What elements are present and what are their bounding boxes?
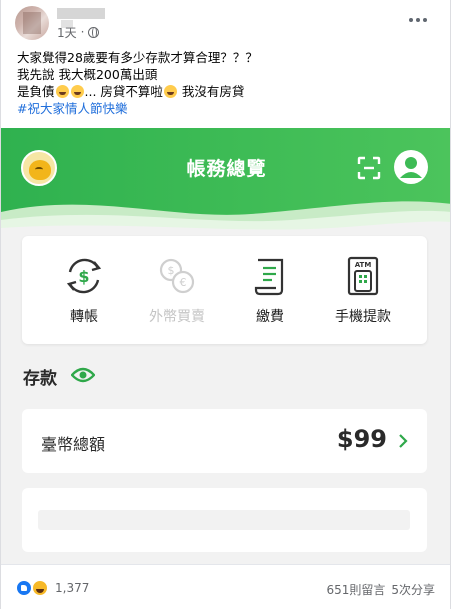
quick-actions-card: $ 轉帳 $ € 外幣買賣 繳費 ATM 手機提款: [22, 236, 427, 344]
deposit-section-title: 存款: [23, 369, 57, 389]
laughing-emoji-icon: [55, 85, 69, 98]
share-count[interactable]: 5次分享: [391, 581, 435, 598]
transfer-dollar-icon: $: [66, 258, 102, 294]
post-line-3: 是負債 ... 房貸不算啦 我沒有房貸: [17, 83, 437, 100]
currency-exchange-action[interactable]: $ € 外幣買賣: [132, 254, 222, 326]
post-line-1: 大家覺得28歲要有多少存款才算合理？？？: [17, 50, 258, 65]
more-dot-icon: [416, 18, 420, 22]
more-options-button[interactable]: [405, 10, 431, 30]
comment-count[interactable]: 651則留言: [326, 581, 385, 598]
mobile-withdrawal-label: 手機提款: [335, 309, 391, 325]
post-footer: 1,377 651則留言 5次分享: [1, 564, 450, 609]
user-profile-icon[interactable]: [394, 150, 428, 184]
eye-icon[interactable]: [71, 366, 95, 384]
header-wave-decoration: [1, 201, 450, 236]
transfer-label: 轉帳: [70, 309, 98, 325]
facebook-post: 1天 · 大家覺得28歲要有多少存款才算合理？？？ 我先說 我大概200萬出頭 …: [0, 0, 451, 609]
laughing-emoji-icon: [70, 85, 84, 98]
currency-exchange-label: 外幣買賣: [149, 309, 205, 325]
app-title: 帳務總覽: [186, 158, 267, 180]
more-dot-icon: [409, 18, 413, 22]
post-line-3-part-3: 我沒有房貸: [177, 84, 245, 99]
qr-scan-icon[interactable]: [357, 156, 381, 180]
more-dot-icon: [423, 18, 427, 22]
svg-text:€: €: [180, 276, 187, 289]
post-line-3-part-2: ... 房貸不算啦: [84, 84, 163, 99]
globe-icon: [88, 26, 100, 38]
post-stats: 651則留言 5次分享: [326, 581, 435, 598]
post-time-label[interactable]: 1天: [57, 24, 77, 41]
post-header: 1天 ·: [1, 0, 450, 44]
reaction-count[interactable]: 1,377: [55, 581, 89, 595]
svg-text:$: $: [78, 267, 89, 286]
account-card-loading: [22, 488, 427, 552]
currency-exchange-icon: $ €: [159, 258, 195, 294]
atm-phone-icon: ATM: [347, 256, 379, 296]
placeholder-bar: [38, 510, 410, 530]
bill-icon: [254, 258, 284, 296]
hashtag-link[interactable]: #祝大家情人節快樂: [17, 100, 437, 117]
chevron-right-icon: [399, 434, 408, 448]
laughing-emoji-icon: [163, 85, 177, 98]
balance-label: 臺幣總額: [41, 435, 106, 454]
post-time[interactable]: 1天 ·: [57, 24, 100, 41]
mobile-withdrawal-action[interactable]: ATM 手機提款: [318, 254, 408, 326]
svg-text:$: $: [168, 264, 175, 277]
balance-value: $99: [336, 425, 387, 453]
post-line-3-part-1: 是負債: [17, 84, 55, 99]
bill-payment-action[interactable]: 繳費: [225, 254, 315, 326]
bank-app-screenshot: 帳務總覽 $ 轉帳 $ € 外幣買賣 繳費 ATM 手機提款 存款 臺幣總額 $…: [1, 128, 450, 564]
twd-balance-card[interactable]: 臺幣總額 $99: [22, 409, 427, 473]
author-name-blurred[interactable]: [57, 8, 105, 19]
atm-text: ATM: [355, 261, 372, 269]
transfer-action[interactable]: $ 轉帳: [39, 254, 129, 326]
avatar[interactable]: [15, 6, 49, 40]
haha-reaction-icon[interactable]: [31, 579, 49, 597]
post-line-2: 我先說 我大概200萬出頭: [17, 67, 158, 82]
bill-payment-label: 繳費: [256, 309, 284, 325]
post-text: 大家覺得28歲要有多少存款才算合理？？？ 我先說 我大概200萬出頭 是負債..…: [17, 49, 437, 117]
separator-dot: ·: [80, 25, 85, 39]
